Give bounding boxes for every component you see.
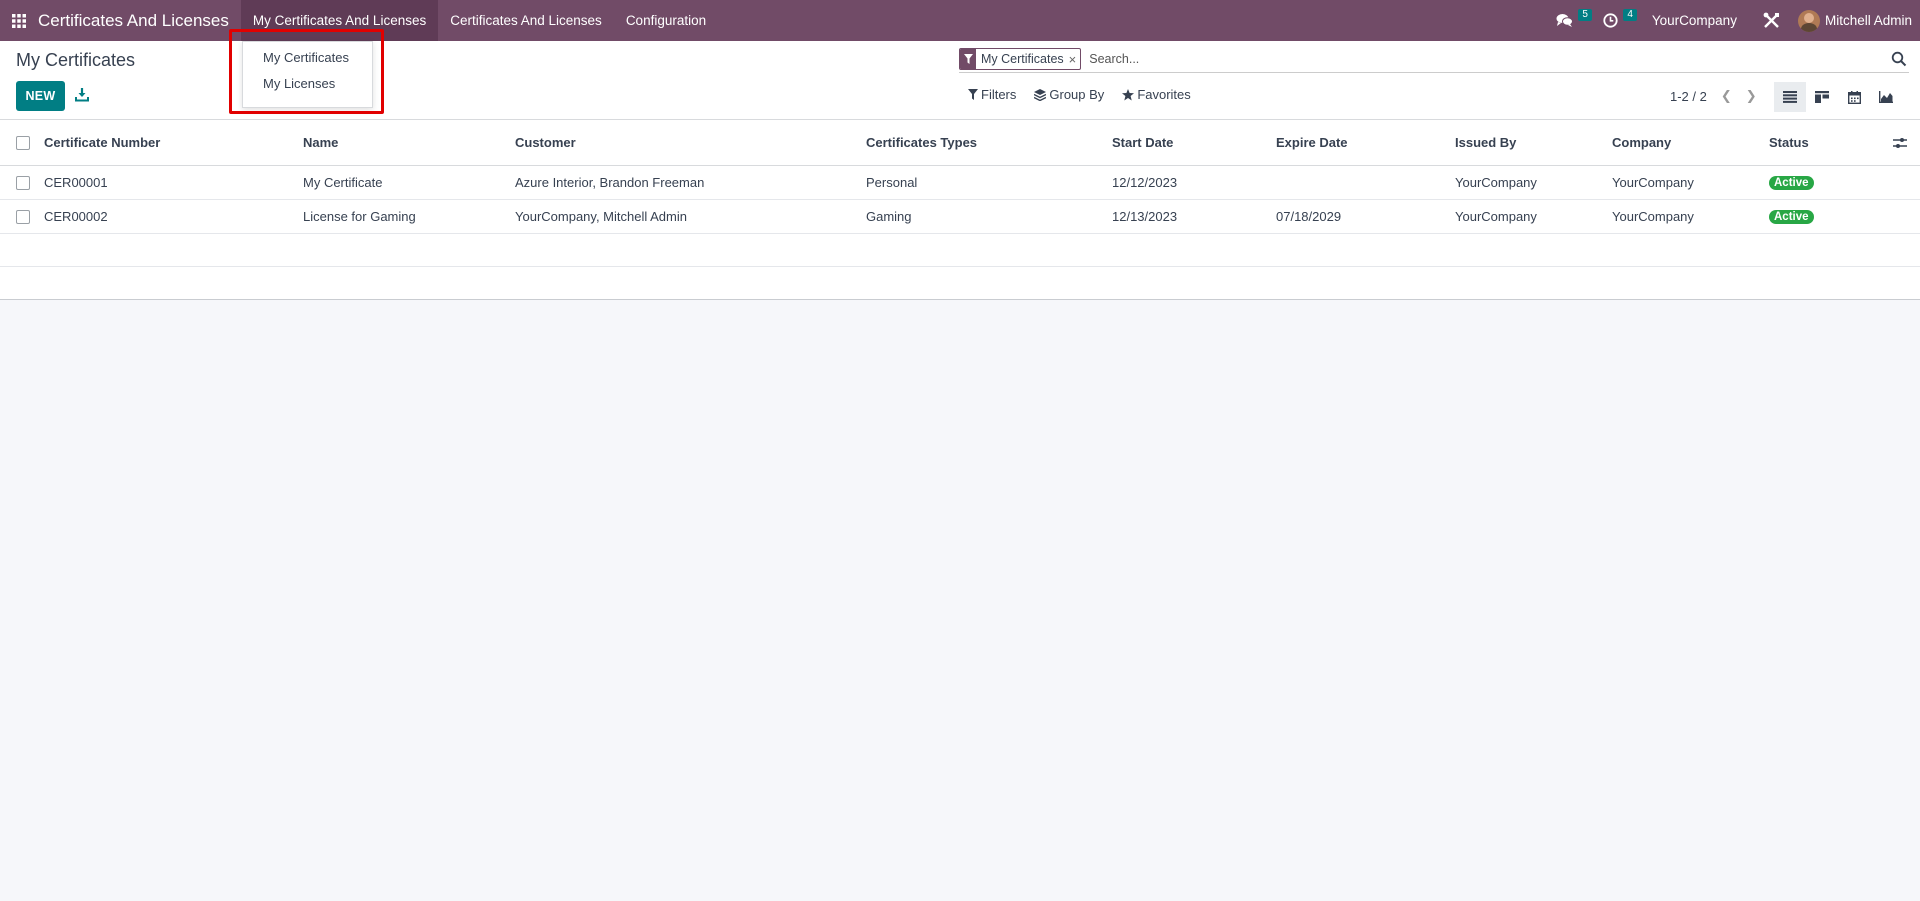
cell-customer: Azure Interior, Brandon Freeman <box>515 175 705 190</box>
tools-icon <box>1763 12 1779 28</box>
cell-certificates-types: Gaming <box>866 209 912 224</box>
filters-label: Filters <box>981 87 1017 102</box>
kanban-view-button[interactable] <box>1806 82 1838 112</box>
messages-badge: 5 <box>1578 9 1592 21</box>
menu-certificates-and-licenses[interactable]: Certificates And Licenses <box>438 0 614 41</box>
row-checkbox[interactable] <box>16 175 30 190</box>
select-all-checkbox[interactable] <box>16 135 30 150</box>
user-name: Mitchell Admin <box>1824 13 1912 28</box>
cell-certificate-number: CER00002 <box>44 209 108 224</box>
area-chart-icon <box>1879 91 1893 103</box>
table-row[interactable]: CER00002 License for Gaming YourCompany,… <box>0 200 1920 234</box>
status-badge: Active <box>1769 175 1814 190</box>
group-by-label: Group By <box>1049 87 1105 102</box>
column-start-date[interactable]: Start Date <box>1112 120 1173 165</box>
empty-row <box>0 234 1920 267</box>
user-menu[interactable]: Mitchell Admin <box>1792 9 1920 32</box>
cell-start-date: 12/13/2023 <box>1112 209 1178 224</box>
cell-certificates-types: Personal <box>866 175 918 190</box>
list-table: Certificate Number Name Customer Certifi… <box>0 120 1920 300</box>
facet-remove-button[interactable]: × <box>1069 52 1081 67</box>
highlight-annotation-box <box>229 29 384 114</box>
navbar-systray: 5 4 YourCompany Mitchell Admin <box>1546 0 1920 41</box>
search-input[interactable] <box>1087 51 1891 67</box>
cell-start-date: 12/12/2023 <box>1112 175 1178 190</box>
company-switcher[interactable]: YourCompany <box>1638 13 1751 28</box>
view-switcher <box>1774 82 1902 112</box>
status-badge: Active <box>1769 209 1814 224</box>
cell-customer: YourCompany, Mitchell Admin <box>515 209 687 224</box>
calendar-icon <box>1847 90 1861 104</box>
messages-systray[interactable]: 5 <box>1546 0 1593 41</box>
cell-name: My Certificate <box>303 175 383 190</box>
chat-icon <box>1556 14 1573 27</box>
filter-icon <box>960 49 976 69</box>
column-certificate-number[interactable]: Certificate Number <box>44 120 160 165</box>
cell-expire-date: 07/18/2029 <box>1276 209 1342 224</box>
page-title: My Certificates <box>16 50 136 70</box>
column-name[interactable]: Name <box>303 120 338 165</box>
column-certificates-types[interactable]: Certificates Types <box>866 120 977 165</box>
search-options: Filters Group By Favorites <box>968 87 1209 102</box>
calendar-view-button[interactable] <box>1838 82 1870 112</box>
search-bar: My Certificates × <box>959 46 1909 73</box>
pager-next-icon[interactable]: ❯ <box>1746 88 1757 104</box>
filters-button[interactable]: Filters <box>968 87 1016 102</box>
column-status[interactable]: Status <box>1769 120 1809 165</box>
search-icon[interactable] <box>1891 51 1907 67</box>
app-brand[interactable]: Certificates And Licenses <box>38 11 241 31</box>
debug-tools[interactable] <box>1751 0 1792 41</box>
table-row[interactable]: CER00001 My Certificate Azure Interior, … <box>0 166 1920 200</box>
column-expire-date[interactable]: Expire Date <box>1276 120 1348 165</box>
empty-row <box>0 267 1920 300</box>
column-issued-by[interactable]: Issued By <box>1455 120 1516 165</box>
favorites-button[interactable]: Favorites <box>1122 87 1191 102</box>
cell-company: YourCompany <box>1612 175 1694 190</box>
download-icon[interactable] <box>74 87 90 103</box>
pager-previous-icon[interactable]: ❮ <box>1721 88 1732 104</box>
search-facet: My Certificates × <box>959 48 1082 70</box>
list-view-button[interactable] <box>1774 82 1806 112</box>
avatar <box>1797 9 1820 32</box>
facet-label: My Certificates <box>981 52 1064 66</box>
cell-certificate-number: CER00001 <box>44 175 108 190</box>
layers-icon <box>1034 88 1047 101</box>
cell-company: YourCompany <box>1612 209 1694 224</box>
table-header: Certificate Number Name Customer Certifi… <box>0 120 1920 166</box>
optional-columns-toggle[interactable] <box>1893 120 1907 165</box>
kanban-icon <box>1815 91 1829 103</box>
pager: 1-2 / 2 ❮ ❯ <box>1670 88 1757 104</box>
column-customer[interactable]: Customer <box>515 120 576 165</box>
graph-view-button[interactable] <box>1870 82 1902 112</box>
activities-systray[interactable]: 4 <box>1593 0 1638 41</box>
column-company[interactable]: Company <box>1612 120 1671 165</box>
clock-icon <box>1603 13 1618 28</box>
list-icon <box>1783 91 1797 103</box>
activities-badge: 4 <box>1623 9 1637 21</box>
cell-name: License for Gaming <box>303 209 416 224</box>
cell-issued-by: YourCompany <box>1455 209 1537 224</box>
pager-value[interactable]: 1-2 / 2 <box>1670 89 1707 104</box>
star-icon <box>1122 88 1135 100</box>
apps-menu-icon[interactable] <box>0 0 38 41</box>
sliders-icon <box>1893 137 1907 148</box>
row-checkbox[interactable] <box>16 209 30 224</box>
cell-issued-by: YourCompany <box>1455 175 1537 190</box>
menu-configuration[interactable]: Configuration <box>614 0 718 41</box>
new-button[interactable]: NEW <box>16 81 65 111</box>
favorites-label: Favorites <box>1137 87 1191 102</box>
funnel-icon <box>968 89 978 100</box>
group-by-button[interactable]: Group By <box>1034 87 1104 102</box>
